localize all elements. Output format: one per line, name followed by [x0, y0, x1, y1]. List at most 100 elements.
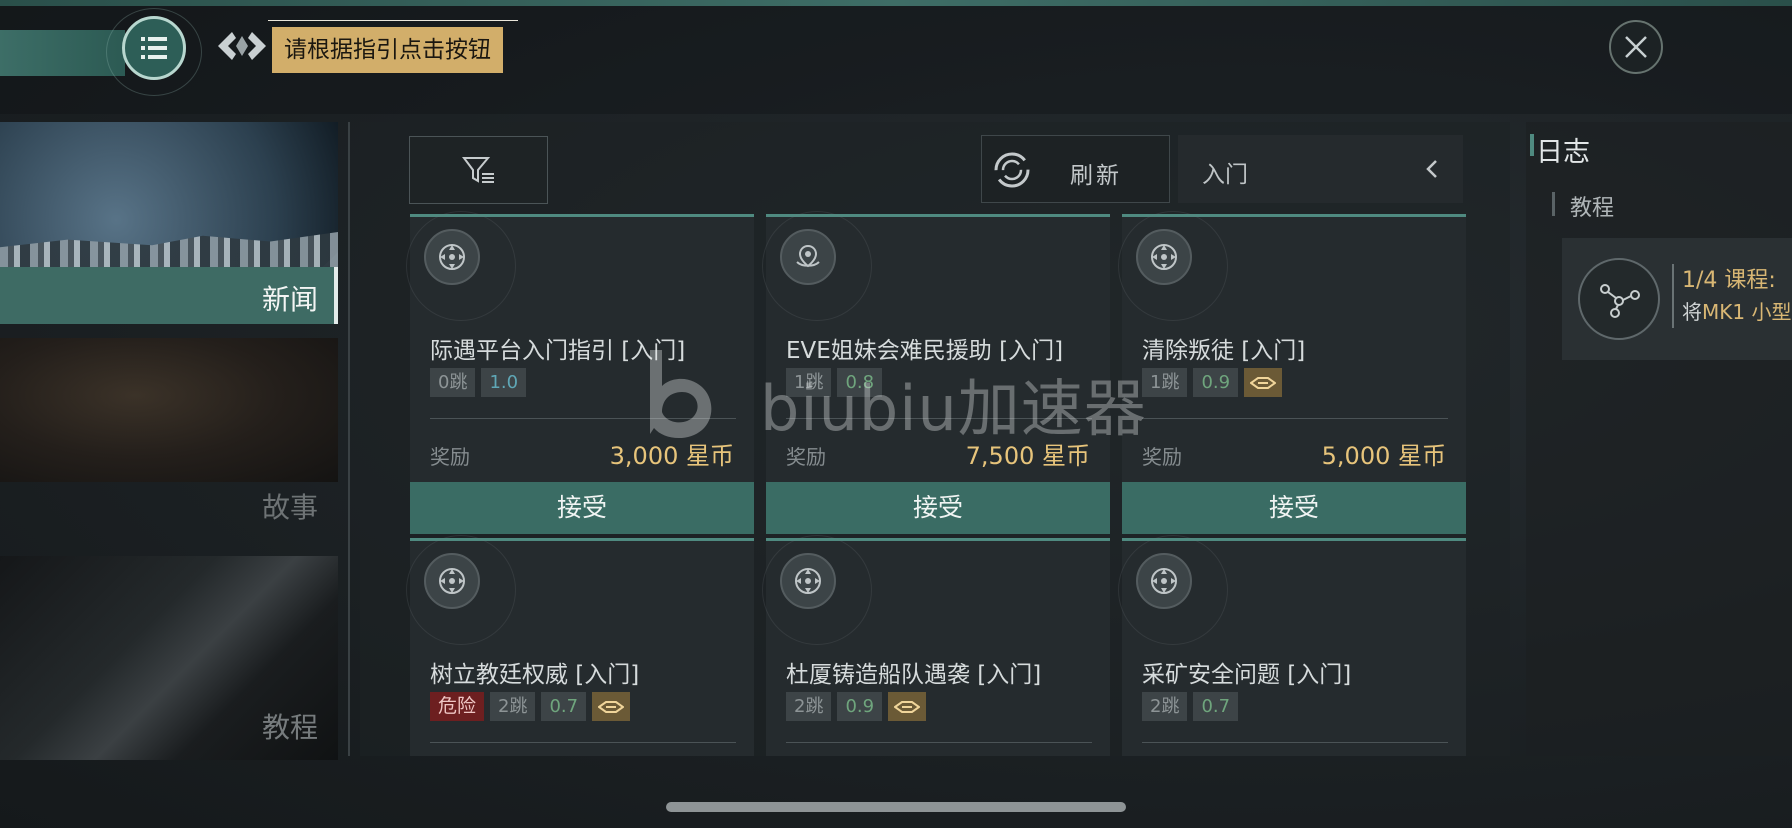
security-status-badge: 1.0 [481, 368, 527, 397]
sidebar-divider [348, 122, 350, 756]
security-status-badge: 0.9 [1193, 368, 1239, 397]
category-sidebar: 新闻 故事 教程 [0, 122, 338, 762]
mission-title: EVE姐妹会难民援助 [入门] [786, 338, 1064, 364]
mission-type-icon-wrap [780, 229, 836, 285]
card-divider [786, 418, 1092, 419]
mission-title: 树立教廷权威 [入门] [430, 662, 640, 688]
course-icon-wrap [1578, 258, 1660, 340]
accept-button[interactable]: 接受 [1122, 482, 1466, 534]
ship-class-badge [592, 692, 631, 721]
security-status-badge: 0.7 [541, 692, 587, 721]
ship-class-badge [1244, 368, 1283, 397]
category-value: 入门 [1202, 162, 1248, 188]
log-title-accent [1530, 134, 1534, 156]
location-pin-icon [796, 244, 820, 268]
reward-value: 3,000 星币 [609, 442, 734, 470]
mission-tags: 2跳 0.7 [1142, 692, 1239, 721]
reward-value: 7,500 星币 [965, 442, 1090, 470]
log-tab-bar [1552, 192, 1555, 216]
sidebar-item-label: 教程 [261, 711, 318, 744]
card-divider [430, 742, 736, 743]
course-desc-prefix: 将 [1682, 300, 1702, 324]
reward-label: 奖励 [430, 445, 470, 469]
log-title: 日志 [1536, 137, 1590, 168]
mission-type-icon-wrap [424, 229, 480, 285]
mission-title: 杜厦铸造船队遇袭 [入门] [786, 662, 1042, 688]
mission-card[interactable]: EVE姐妹会难民援助 [入门] 1跳 0.8 奖励 7,500 星币 接受 [762, 211, 1110, 534]
card-divider [430, 418, 736, 419]
filter-icon [461, 157, 494, 183]
crosshair-target-icon [439, 244, 465, 270]
news-thumbnail [0, 122, 338, 322]
home-indicator[interactable] [666, 802, 1126, 812]
course-desc-highlight: MK1 小型 [1702, 300, 1792, 324]
mission-card[interactable]: 清除叛徒 [入门] 1跳 0.9 奖励 5,000 星币 接受 [1118, 211, 1466, 534]
mission-tags: 1跳 0.8 [786, 368, 883, 397]
mission-type-icon-wrap [424, 553, 480, 609]
mission-card[interactable]: 杜厦铸造船队遇袭 [入门] 2跳 0.9 [762, 535, 1110, 756]
main-menu-button[interactable] [122, 16, 186, 80]
course-progress: 1/4 课程: [1682, 268, 1776, 293]
hamburger-menu-icon [141, 37, 167, 59]
close-button[interactable] [1609, 20, 1663, 74]
mission-tags: 2跳 0.9 [786, 692, 927, 721]
ship-class-icon [894, 700, 921, 713]
mission-card[interactable]: 树立教廷权威 [入门] 危险 2跳 0.7 [406, 535, 754, 756]
sidebar-item-story[interactable]: 故事 [0, 338, 338, 520]
course-description: 将MK1 小型 [1682, 296, 1791, 325]
mission-type-icon-wrap [780, 553, 836, 609]
security-status-badge: 0.7 [1193, 692, 1239, 721]
mission-list-panel: 刷新 入门 际遇平台入门指引 [入门] 0跳 1.0 奖励 3,000 星币 接… [360, 122, 1510, 756]
mission-tags: 危险 2跳 0.7 [430, 692, 631, 721]
mission-type-icon-wrap [1136, 553, 1192, 609]
tooltip-bracket [268, 20, 518, 22]
crosshair-target-icon [795, 568, 821, 594]
security-status-badge: 0.9 [837, 692, 883, 721]
refresh-button[interactable]: 刷新 [981, 135, 1170, 203]
selected-indicator [334, 267, 338, 324]
ship-class-icon [1250, 376, 1277, 389]
chevron-left-icon [1426, 160, 1437, 178]
danger-badge: 危险 [430, 692, 485, 721]
refresh-icon [994, 152, 1030, 188]
ship-class-badge [888, 692, 927, 721]
mission-type-icon-wrap [1136, 229, 1192, 285]
story-thumbnail [0, 338, 338, 482]
accept-button[interactable]: 接受 [766, 482, 1110, 534]
sidebar-item-label: 故事 [261, 491, 318, 520]
sidebar-item-tutorial[interactable]: 教程 [0, 556, 338, 760]
course-card[interactable]: 1/4 课程: 将MK1 小型 [1562, 238, 1792, 360]
crosshair-target-icon [1151, 568, 1177, 594]
refresh-label: 刷新 [1070, 163, 1122, 189]
accept-button[interactable]: 接受 [410, 482, 754, 534]
mission-title: 清除叛徒 [入门] [1142, 338, 1306, 364]
course-divider [1672, 264, 1674, 328]
log-tab-tutorial[interactable]: 教程 [1570, 190, 1614, 222]
mission-tags: 1跳 0.9 [1142, 368, 1283, 397]
mission-card[interactable]: 采矿安全问题 [入门] 2跳 0.7 [1118, 535, 1466, 756]
ship-class-icon [598, 700, 625, 713]
top-accent-line [0, 0, 1792, 6]
sidebar-item-news[interactable]: 新闻 [0, 122, 338, 324]
guide-tooltip: 请根据指引点击按钮 [272, 27, 503, 73]
security-status-badge: 0.8 [837, 368, 883, 397]
crosshair-target-icon [439, 568, 465, 594]
reward-value: 5,000 星币 [1321, 442, 1446, 470]
category-dropdown[interactable]: 入门 [1178, 135, 1463, 203]
reward-label: 奖励 [1142, 445, 1182, 469]
mission-tags: 0跳 1.0 [430, 368, 527, 397]
filter-button[interactable] [409, 136, 548, 204]
jump-count-badge: 2跳 [490, 692, 536, 721]
sidebar-item-label: 新闻 [261, 283, 318, 316]
close-x-icon [1625, 36, 1647, 58]
card-divider [1142, 742, 1448, 743]
reward-label: 奖励 [786, 445, 826, 469]
log-panel: 日志 教程 1/4 课程: 将MK1 小型 [1526, 122, 1792, 756]
jump-count-badge: 2跳 [1142, 692, 1188, 721]
eve-logo-icon [218, 32, 266, 60]
jump-count-badge: 0跳 [430, 368, 476, 397]
mission-card[interactable]: 际遇平台入门指引 [入门] 0跳 1.0 奖励 3,000 星币 接受 [406, 211, 754, 534]
mission-title: 采矿安全问题 [入门] [1142, 662, 1352, 688]
mission-title: 际遇平台入门指引 [入门] [430, 338, 686, 364]
jump-count-badge: 1跳 [786, 368, 832, 397]
